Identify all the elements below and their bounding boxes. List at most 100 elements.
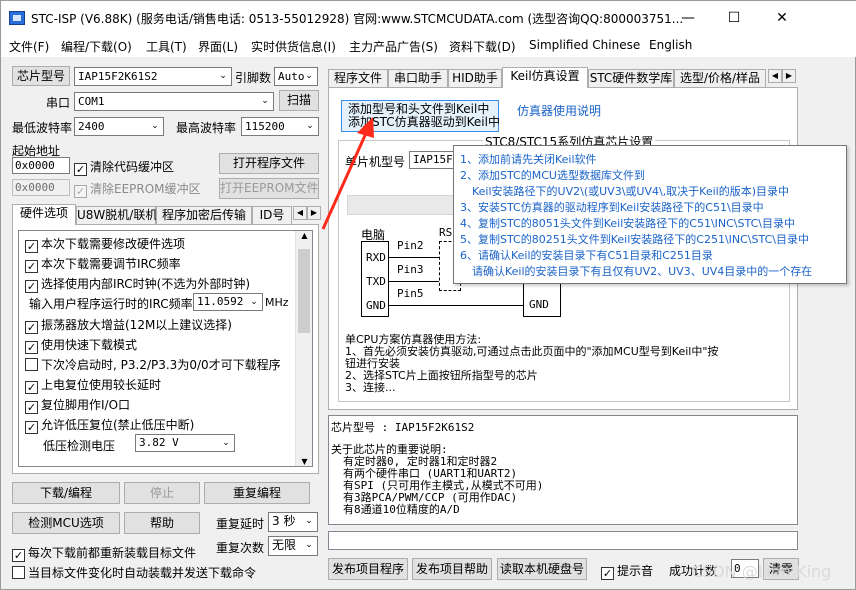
- repeat-program-button[interactable]: 重复编程: [204, 482, 310, 504]
- chevron-down-icon: ⌄: [222, 438, 230, 448]
- autoload-checkbox[interactable]: 当目标文件变化时自动装载并发送下载命令: [12, 564, 256, 581]
- read-disk-button[interactable]: 读取本机硬盘号: [497, 558, 587, 580]
- lv-select[interactable]: 3.82 V ⌄: [135, 434, 235, 452]
- option-label: 本次下载需要调节IRC频率: [41, 257, 181, 271]
- beep-label: 提示音: [617, 564, 654, 578]
- clear-code-checkbox[interactable]: ✓ 清除代码缓冲区: [74, 158, 174, 176]
- code-addr-input[interactable]: 0x0000: [12, 157, 70, 174]
- single-cpu-text: 单CPU方案仿真器使用方法: 1、首先必须安装仿真驱动,可通过点击此页面中的"添…: [345, 334, 765, 394]
- tab-program-file[interactable]: 程序文件: [328, 69, 388, 87]
- detect-mcu-button[interactable]: 检测MCU选项: [12, 512, 120, 534]
- publish-project-button[interactable]: 发布项目程序: [328, 558, 408, 580]
- checkbox-icon: ✓: [25, 280, 38, 293]
- tab-math-library[interactable]: STC硬件数学库: [588, 69, 674, 87]
- title-bar: STC-ISP (V6.88K) (服务电话/销售电话: 0513-550129…: [1, 1, 856, 35]
- stop-button: 停止: [124, 482, 200, 504]
- options-scrollbar[interactable]: ▲ ▼: [295, 231, 312, 466]
- maximize-button[interactable]: ☐: [711, 5, 757, 31]
- clear-eeprom-checkbox: ✓ 清除EEPROM缓冲区: [74, 180, 201, 198]
- arrow-head: [357, 117, 374, 138]
- tab-hardware-options[interactable]: 硬件选项: [12, 204, 76, 225]
- irc-freq-select[interactable]: 11.0592 ⌄: [193, 293, 263, 311]
- rs-label: RS: [439, 226, 453, 239]
- min-baud-select[interactable]: 2400 ⌄: [74, 117, 164, 136]
- port-select[interactable]: COM1 ⌄: [74, 92, 274, 111]
- eeprom-addr-input: 0x0000: [12, 179, 70, 196]
- close-button[interactable]: ✕: [759, 5, 805, 31]
- option-long-reset[interactable]: ✓ 上电复位使用较长延时: [25, 376, 161, 394]
- repeat-count-select[interactable]: 无限 ⌄: [268, 536, 318, 556]
- minimize-button[interactable]: —: [665, 5, 711, 31]
- tab-scroll-left-icon[interactable]: ◀: [768, 69, 782, 83]
- app-window: STC-ISP (V6.88K) (服务电话/销售电话: 0513-550129…: [0, 0, 856, 590]
- menu-interface[interactable]: 界面(L): [198, 38, 238, 55]
- watermark: CSDN @Lion King: [691, 562, 832, 581]
- option-lv-reset[interactable]: ✓ 允许低压复位(禁止低压中断): [25, 416, 194, 434]
- option-osc-gain[interactable]: ✓ 振荡器放大增益(12M以上建议选择): [25, 316, 232, 334]
- tab-selection-price[interactable]: 选型/价格/样品: [674, 69, 766, 87]
- option-internal-irc[interactable]: ✓ 选择使用内部IRC时钟(不选为外部时钟): [25, 275, 250, 293]
- option-reset-io[interactable]: ✓ 复位脚用作I/O口: [25, 396, 130, 414]
- download-button[interactable]: 下载/编程: [12, 482, 120, 504]
- tab-serial-assistant[interactable]: 串口助手: [388, 69, 448, 87]
- min-baud-value: 2400: [78, 120, 105, 133]
- checkbox-icon: ✓: [25, 341, 38, 354]
- menu-chinese[interactable]: Simplified Chinese: [529, 38, 640, 52]
- chip-info-area[interactable]: 芯片型号 : IAP15F2K61S2 关于此芯片的重要说明: 有定时器0, 定…: [328, 415, 798, 525]
- scan-button[interactable]: 扫描: [279, 90, 319, 111]
- single-cpu-line: 2、选择STC片上面按钮所指型号的芯片: [345, 369, 538, 382]
- tab-keil-emulation[interactable]: Keil仿真设置: [502, 67, 588, 88]
- menu-tools[interactable]: 工具(T): [146, 38, 187, 55]
- emulator-help-link[interactable]: 仿真器使用说明: [517, 102, 601, 119]
- option-label: 选择使用内部IRC时钟(不选为外部时钟): [41, 277, 251, 291]
- info-chip-line: 芯片型号 : IAP15F2K61S2: [331, 421, 475, 434]
- option-modify-hw[interactable]: ✓ 本次下载需要修改硬件选项: [25, 235, 185, 253]
- tab-hid-assistant[interactable]: HID助手: [448, 69, 502, 87]
- tab-encrypt[interactable]: 程序加密后传输: [156, 206, 252, 224]
- tab-id[interactable]: ID号: [252, 206, 292, 224]
- pin3-label: Pin3: [397, 263, 424, 276]
- menu-download[interactable]: 资料下载(D): [449, 38, 516, 55]
- pin2-label: Pin2: [397, 239, 424, 252]
- pin-count-select[interactable]: Auto ⌄: [274, 67, 318, 86]
- chip-model-value: IAP15F2K61S2: [78, 70, 158, 83]
- tooltip-line: 5、复制STC的80251头文件到Keil安装路径下的C251\INC\STC\…: [460, 233, 809, 246]
- repeat-delay-value: 3 秒: [272, 514, 296, 528]
- option-label: 下次冷启动时, P3.2/P3.3为0/0才可下载程序: [41, 358, 281, 372]
- chip-model-select[interactable]: IAP15F2K61S2 ⌄: [74, 67, 232, 86]
- help-button[interactable]: 帮助: [124, 512, 200, 534]
- repeat-delay-select[interactable]: 3 秒 ⌄: [268, 512, 318, 532]
- left-tab-strip: 硬件选项 U8W脱机/联机 程序加密后传输 ID号 ◀ ▶: [12, 204, 322, 225]
- menu-program[interactable]: 编程/下载(O): [61, 38, 132, 55]
- publish-help-button[interactable]: 发布项目帮助: [412, 558, 492, 580]
- checkbox-icon: ✓: [25, 421, 38, 434]
- pin5-label: Pin5: [397, 287, 424, 300]
- annotation-arrow-icon: [321, 117, 374, 230]
- menu-products[interactable]: 主力产品广告(S): [349, 38, 438, 55]
- chevron-down-icon: ⌄: [305, 516, 313, 526]
- option-adjust-irc[interactable]: ✓ 本次下载需要调节IRC频率: [25, 255, 181, 273]
- tab-u8w[interactable]: U8W脱机/联机: [76, 206, 157, 224]
- reload-checkbox[interactable]: ✓ 每次下载前都重新装载目标文件: [12, 544, 196, 562]
- option-fast-download[interactable]: ✓ 使用快速下载模式: [25, 336, 137, 354]
- reload-label: 每次下载前都重新装载目标文件: [28, 546, 197, 560]
- tab-scroll-right-icon[interactable]: ▶: [782, 69, 796, 83]
- menu-file[interactable]: 文件(F): [9, 38, 49, 55]
- scrollbar-thumb[interactable]: [298, 249, 310, 333]
- scroll-down-icon[interactable]: ▼: [296, 457, 313, 466]
- checkbox-icon: ✓: [601, 567, 614, 580]
- irc-freq-value: 11.0592: [197, 295, 244, 308]
- pin-count-label: 引脚数: [235, 71, 272, 85]
- wire: [389, 257, 439, 258]
- irc-freq-label: 输入用户程序运行时的IRC频率: [29, 297, 193, 311]
- checkbox-icon: ✓: [25, 260, 38, 273]
- menu-supply[interactable]: 实时供货信息(I): [251, 38, 336, 55]
- chevron-down-icon: ⌄: [219, 71, 227, 81]
- irc-unit: MHz: [265, 296, 289, 309]
- beep-checkbox[interactable]: ✓ 提示音: [601, 562, 653, 580]
- option-cold-start[interactable]: 下次冷启动时, P3.2/P3.3为0/0才可下载程序: [25, 356, 281, 373]
- menu-english[interactable]: English: [649, 38, 692, 52]
- checkbox-icon: ✓: [12, 549, 25, 562]
- checkbox-icon: ✓: [25, 321, 38, 334]
- chip-model-button[interactable]: 芯片型号: [12, 66, 70, 86]
